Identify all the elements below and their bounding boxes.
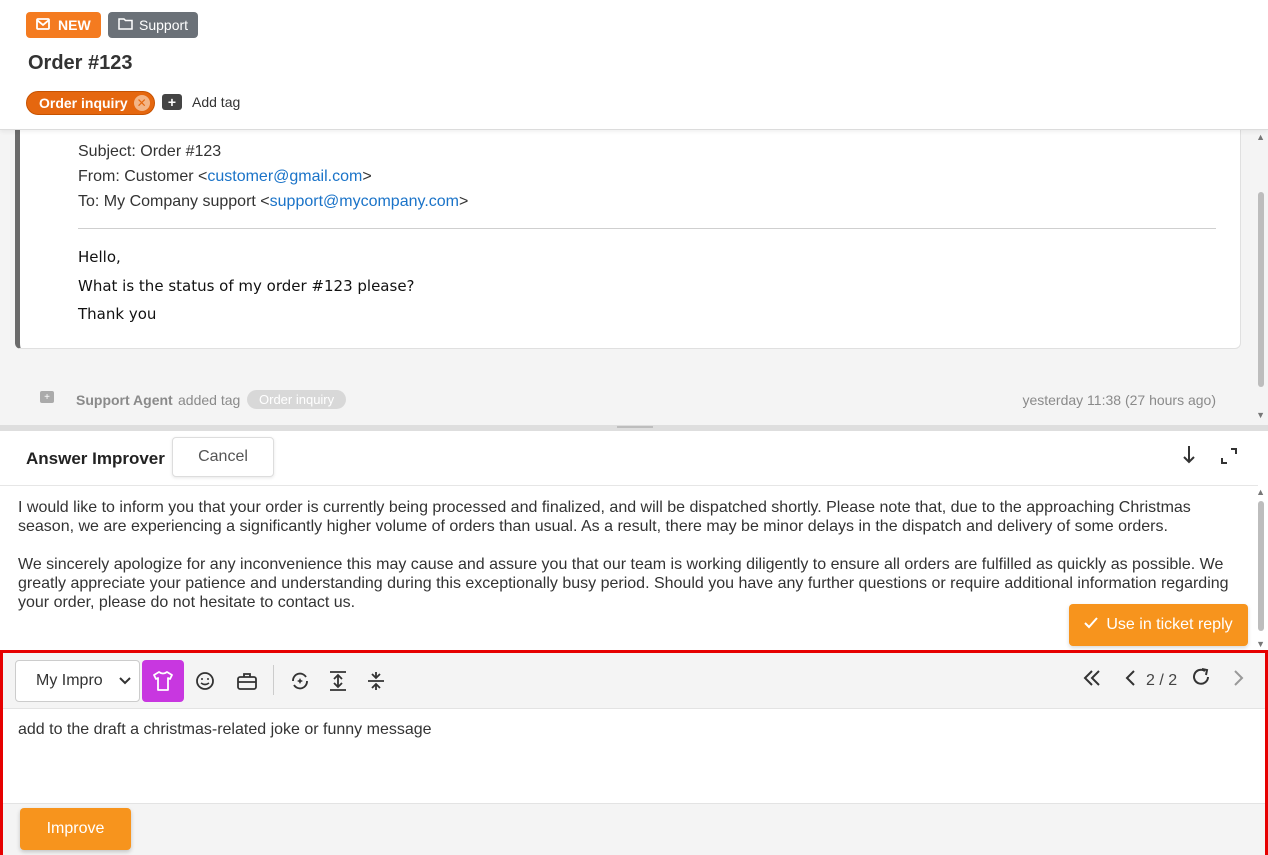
conversation-area[interactable]: Subject: Order #123 From: Customer <cust… xyxy=(0,130,1268,425)
add-tag-label: Add tag xyxy=(192,94,241,110)
collapse-vertical-icon[interactable] xyxy=(355,660,397,702)
tag-order-inquiry[interactable]: Order inquiry ✕ xyxy=(26,91,155,115)
email-headers: Subject: Order #123 From: Customer <cust… xyxy=(78,139,468,214)
first-page-icon[interactable] xyxy=(1083,667,1101,693)
activity-agent: Support Agent xyxy=(76,392,173,408)
answer-paragraph: I would like to inform you that your ord… xyxy=(18,499,1191,535)
fullscreen-icon[interactable] xyxy=(1220,447,1238,470)
divider xyxy=(78,228,1216,229)
arrow-down-icon[interactable] xyxy=(1182,445,1196,471)
email-from: From: Customer <customer@gmail.com> xyxy=(78,168,372,185)
add-tag-button[interactable]: + Add tag xyxy=(162,94,240,110)
answer-scrollbar[interactable] xyxy=(1258,501,1264,631)
preset-select-value: My Impro xyxy=(36,672,103,689)
use-in-ticket-reply-button[interactable]: Use in ticket reply xyxy=(1069,604,1248,646)
prompt-text: add to the draft a christmas-related jok… xyxy=(18,721,432,738)
toolbar-separator xyxy=(273,665,274,695)
page-title: Order #123 xyxy=(28,52,133,74)
prev-page-icon[interactable] xyxy=(1124,667,1136,693)
improve-button[interactable]: Improve xyxy=(20,808,131,850)
status-badge-label: NEW xyxy=(58,17,91,33)
refresh-icon[interactable] xyxy=(1191,667,1211,693)
from-email-link[interactable]: customer@gmail.com xyxy=(207,168,362,185)
mail-icon xyxy=(36,17,52,34)
scroll-up-icon[interactable]: ▲ xyxy=(1256,132,1265,142)
conversation-scrollbar[interactable] xyxy=(1258,192,1264,387)
activity-action: added tag xyxy=(178,392,241,408)
email-body-line: What is the status of my order #123 plea… xyxy=(78,276,415,295)
improve-prompt-input[interactable]: add to the draft a christmas-related jok… xyxy=(3,709,1265,803)
activity-entry: + Support Agent added tag Order inquiry … xyxy=(0,388,1250,412)
cancel-button[interactable]: Cancel xyxy=(172,437,274,477)
email-message: Subject: Order #123 From: Customer <cust… xyxy=(15,130,1241,349)
splitter-handle[interactable] xyxy=(617,426,653,428)
remove-tag-icon[interactable]: ✕ xyxy=(133,95,150,111)
activity-timestamp: yesterday 11:38 (27 hours ago) xyxy=(1022,392,1216,408)
folder-icon xyxy=(118,17,133,33)
email-subject: Subject: Order #123 xyxy=(78,143,222,160)
email-body: Hello, What is the status of my order #1… xyxy=(78,243,415,329)
ticket-header: NEW Support Order #123 Order inquiry ✕ +… xyxy=(0,0,1268,130)
email-body-line: Hello, xyxy=(78,248,121,266)
add-tag-icon: + xyxy=(162,94,182,110)
scroll-up-icon[interactable]: ▲ xyxy=(1256,487,1265,497)
email-body-line: Thank you xyxy=(78,305,157,323)
department-badge[interactable]: Support xyxy=(108,12,199,38)
next-page-icon[interactable] xyxy=(1233,667,1245,693)
tshirt-icon[interactable] xyxy=(142,660,184,702)
briefcase-icon[interactable] xyxy=(226,660,268,702)
scroll-down-icon[interactable]: ▼ xyxy=(1256,639,1265,649)
check-icon xyxy=(1084,616,1099,634)
use-label: Use in ticket reply xyxy=(1106,616,1233,633)
sparkle-refresh-icon[interactable] xyxy=(279,660,321,702)
tag-label: Order inquiry xyxy=(39,95,128,111)
improve-footer: Improve xyxy=(3,803,1265,855)
expand-vertical-icon[interactable] xyxy=(317,660,359,702)
scroll-down-icon[interactable]: ▼ xyxy=(1256,410,1265,420)
activity-tag: Order inquiry xyxy=(247,390,347,409)
to-email-link[interactable]: support@mycompany.com xyxy=(270,193,459,210)
answer-improver-panel: Answer Improver Cancel I would like to i… xyxy=(0,431,1268,650)
smiley-icon[interactable] xyxy=(184,660,226,702)
improve-toolbar: My Impro 2 / 2 xyxy=(3,653,1265,709)
email-to: To: My Company support <support@mycompan… xyxy=(78,193,469,210)
answer-improver-title: Answer Improver xyxy=(26,449,165,468)
improvement-preset-select[interactable]: My Impro xyxy=(15,660,140,702)
chevron-down-icon xyxy=(119,672,131,690)
answer-paragraph: We sincerely apologize for any inconveni… xyxy=(18,556,1229,611)
status-badge-new[interactable]: NEW xyxy=(26,12,101,38)
improve-prompt-panel: My Impro 2 / 2 add to the draft a christ… xyxy=(0,650,1268,855)
tag-add-icon: + xyxy=(40,391,54,403)
department-label: Support xyxy=(139,17,189,33)
page-indicator: 2 / 2 xyxy=(1146,672,1178,689)
